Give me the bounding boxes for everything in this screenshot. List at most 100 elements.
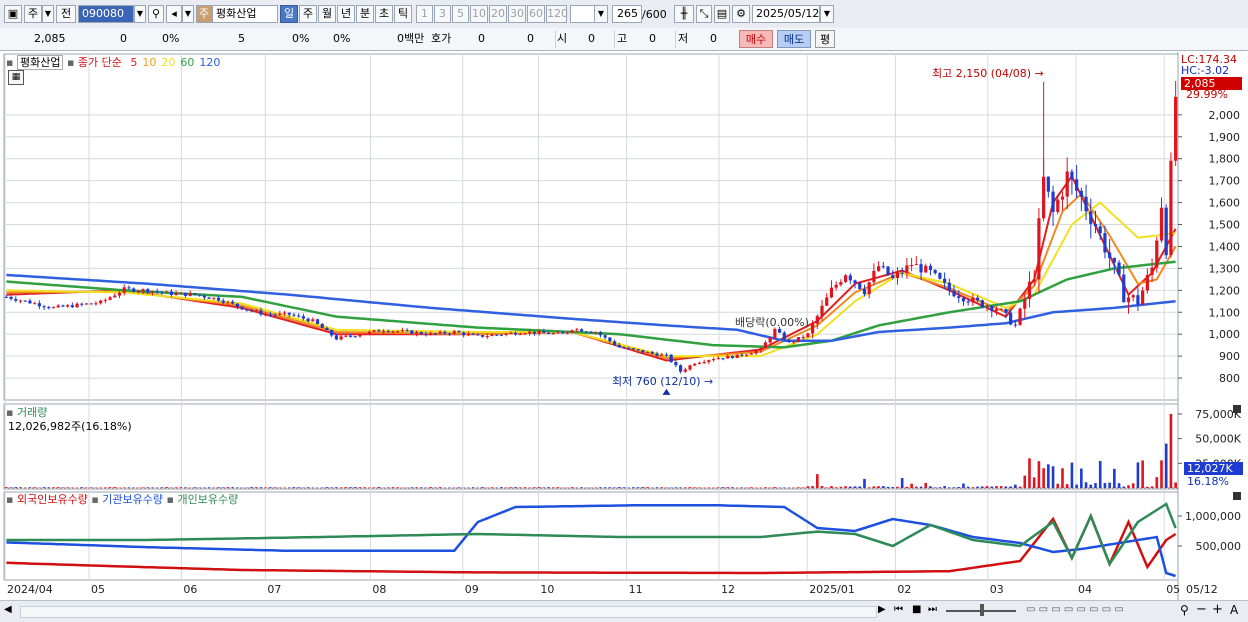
- volume-bar: [924, 483, 927, 488]
- candle-body: [132, 288, 135, 291]
- font-icon[interactable]: A: [1230, 603, 1238, 617]
- legend-ma-120[interactable]: 120: [199, 56, 220, 69]
- speaker-dropdown-icon[interactable]: ▼: [182, 5, 194, 23]
- zoom-search-icon[interactable]: ⚲: [1180, 603, 1189, 617]
- volume-bar: [1056, 484, 1059, 488]
- x-tick-label: 03: [990, 583, 1004, 596]
- date-dropdown-icon[interactable]: ▼: [820, 5, 834, 23]
- prev-button[interactable]: 전: [56, 5, 76, 23]
- scroll-left-icon[interactable]: ◀: [4, 604, 12, 615]
- minute-60[interactable]: 60: [527, 5, 545, 23]
- candle-body: [797, 337, 800, 341]
- stock-code-input[interactable]: 090080: [78, 5, 134, 23]
- stop-icon[interactable]: ■: [912, 604, 921, 615]
- sell-button[interactable]: 매도: [777, 30, 811, 48]
- quote-low: 0: [710, 31, 717, 47]
- volume-bar: [750, 487, 753, 488]
- period-틱[interactable]: 틱: [394, 5, 412, 23]
- candle-body: [207, 298, 210, 299]
- candle-body: [934, 270, 937, 273]
- legend-stock[interactable]: 평화산업: [17, 55, 63, 70]
- candle-body: [410, 331, 413, 334]
- candle-body: [85, 303, 88, 304]
- legend-ma-20[interactable]: 20: [161, 56, 175, 69]
- avg-button[interactable]: 평: [815, 30, 835, 48]
- stock-type-badge: 주: [196, 5, 212, 23]
- y-tick-label: 1,700: [1209, 175, 1241, 188]
- minute-3[interactable]: 3: [434, 5, 451, 23]
- legend-ma-10[interactable]: 10: [142, 56, 156, 69]
- candle-body: [453, 331, 456, 333]
- period-분[interactable]: 분: [356, 5, 374, 23]
- volume-last-pct: 16.18%: [1187, 475, 1229, 488]
- period-초[interactable]: 초: [375, 5, 393, 23]
- volume-bar: [910, 484, 913, 488]
- chart-legend: ▪ 평화산업 ▪ 종가 단순 5102060120: [6, 54, 220, 70]
- candle-body: [1061, 197, 1064, 200]
- candle-body: [929, 266, 932, 270]
- candle-body: [24, 301, 27, 302]
- buy-button[interactable]: 매수: [739, 30, 773, 48]
- candle-body: [490, 335, 493, 336]
- candle-body: [1000, 309, 1003, 310]
- holding-close-icon[interactable]: [1233, 492, 1241, 500]
- save-icon[interactable]: ▤: [714, 5, 730, 23]
- candle-body: [985, 306, 988, 307]
- code-dropdown-icon[interactable]: ▼: [134, 5, 146, 23]
- volume-close-icon[interactable]: [1233, 405, 1241, 413]
- period-일[interactable]: 일: [280, 5, 298, 23]
- legend-ma-5[interactable]: 5: [130, 56, 137, 69]
- volume-bar: [52, 487, 55, 488]
- volume-bar: [274, 487, 277, 488]
- candle-body: [165, 291, 168, 292]
- minute-10[interactable]: 10: [470, 5, 488, 23]
- period-년[interactable]: 년: [337, 5, 355, 23]
- candle-body: [250, 310, 253, 311]
- stock-name-field[interactable]: 평화산업: [212, 5, 278, 23]
- legend-ma-60[interactable]: 60: [180, 56, 194, 69]
- legend-ma-label: 종가 단순: [78, 56, 122, 69]
- volume-bar: [519, 487, 522, 488]
- settings-icon[interactable]: ⚙: [732, 5, 750, 23]
- last-icon[interactable]: ⏭: [928, 604, 937, 615]
- zoom-in-icon[interactable]: +: [1212, 602, 1223, 617]
- volume-bar: [618, 487, 621, 488]
- candle-body: [1108, 252, 1111, 257]
- draw-tool-icon[interactable]: ⤡: [696, 5, 712, 23]
- custom-period-dropdown-icon[interactable]: ▼: [594, 5, 608, 23]
- zoom-out-icon[interactable]: −: [1196, 602, 1207, 617]
- search-icon[interactable]: ⚲: [148, 5, 164, 23]
- volume-bar: [264, 487, 267, 488]
- candle-type-icon[interactable]: ╫: [674, 5, 694, 23]
- market-dropdown-icon[interactable]: ▼: [42, 5, 54, 23]
- candle-body: [698, 363, 701, 364]
- candle-body: [802, 337, 805, 338]
- minute-5[interactable]: 5: [452, 5, 469, 23]
- volume-bar: [312, 487, 315, 488]
- candle-body: [703, 362, 706, 363]
- y-tick-label: 900: [1219, 350, 1240, 363]
- speaker-icon[interactable]: ◂: [166, 5, 182, 23]
- market-select[interactable]: 주: [24, 5, 42, 23]
- candle-body: [745, 355, 748, 356]
- candle-body: [759, 348, 762, 350]
- layout-icons[interactable]: ▭ ▭ ▭ ▭ ▭ ▭ ▭ ▭: [1026, 604, 1124, 615]
- scroll-right-icon[interactable]: ▶: [878, 604, 886, 615]
- minute-1[interactable]: 1: [416, 5, 433, 23]
- scroll-track[interactable]: [20, 606, 877, 618]
- minute-20[interactable]: 20: [489, 5, 507, 23]
- minute-30[interactable]: 30: [508, 5, 526, 23]
- candle-body: [655, 354, 658, 356]
- chart-area[interactable]: 8009001,0001,1001,2001,3001,4001,5001,60…: [0, 52, 1248, 600]
- grid-toggle-icon[interactable]: ▦: [8, 70, 24, 85]
- date-input[interactable]: 2025/05/12: [752, 5, 820, 23]
- first-icon[interactable]: ⏮: [894, 604, 903, 615]
- minute-120[interactable]: 120: [546, 5, 567, 23]
- period-주[interactable]: 주: [299, 5, 317, 23]
- count-input[interactable]: 265: [612, 5, 642, 23]
- bottom-scrollbar[interactable]: ◀ ▶ ⏮ ■ ⏭ ▭ ▭ ▭ ▭ ▭ ▭ ▭ ▭ ⚲ − + A: [0, 600, 1248, 622]
- candle-body: [1051, 192, 1054, 212]
- window-icon[interactable]: ▣: [4, 5, 22, 23]
- zoom-thumb[interactable]: [980, 604, 984, 616]
- period-월[interactable]: 월: [318, 5, 336, 23]
